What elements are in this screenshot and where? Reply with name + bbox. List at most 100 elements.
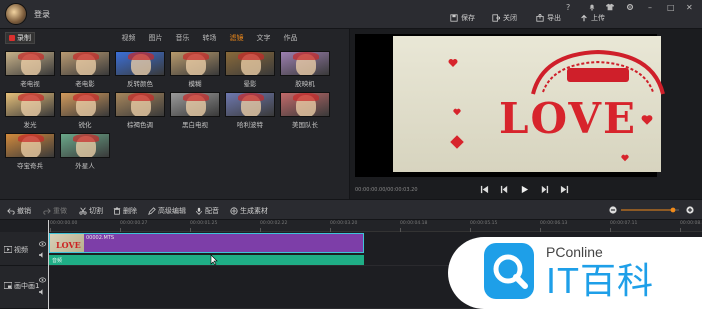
- close-window-button[interactable]: ✕: [686, 3, 693, 12]
- filter-item[interactable]: 反转颜色: [115, 51, 165, 88]
- ruler-tick-label: 00:00:02.22: [260, 221, 288, 226]
- filter-item[interactable]: 胶映机: [280, 51, 330, 88]
- login-link[interactable]: 登录: [34, 9, 50, 20]
- avatar[interactable]: [5, 3, 27, 25]
- filter-item[interactable]: 哈利波特: [225, 92, 275, 129]
- filter-item[interactable]: 外星人: [60, 133, 110, 170]
- filter-label: 锐化: [78, 121, 92, 129]
- filter-item[interactable]: 模糊: [170, 51, 220, 88]
- ruler-tick-label: 00:00:01.25: [190, 221, 218, 226]
- upload-button[interactable]: 上传: [580, 13, 605, 23]
- cut-label: 切割: [89, 207, 103, 215]
- filter-item[interactable]: 发光: [5, 92, 55, 129]
- step-forward-icon[interactable]: [540, 185, 549, 194]
- preview-love-text: LOVE: [499, 94, 637, 143]
- media-panel: 录制 视频 图片 音乐 转场 滤镜 文字 作品 老电视 老电影 反转颜色 模糊 晕影 胶映…: [0, 29, 350, 199]
- save-button[interactable]: 保存: [450, 13, 475, 23]
- eye-icon[interactable]: [39, 277, 46, 283]
- filter-thumbnail: [115, 92, 165, 117]
- tab-transition[interactable]: 转场: [196, 33, 223, 43]
- undo-label: 撤销: [17, 207, 31, 215]
- watermark-brand: PConline: [546, 244, 603, 260]
- preview-frame: LOVE: [393, 36, 665, 172]
- playhead[interactable]: [48, 220, 49, 309]
- audio-clip[interactable]: 音频: [49, 255, 364, 265]
- bell-icon[interactable]: [588, 3, 596, 13]
- redo-button[interactable]: 重做: [43, 206, 67, 216]
- heart-icon: [453, 108, 461, 116]
- exit-icon: [492, 14, 500, 22]
- skip-end-icon[interactable]: [560, 185, 569, 194]
- scissors-icon: [79, 207, 87, 215]
- advanced-edit-button[interactable]: 高级编辑: [148, 206, 186, 216]
- timeline-ruler[interactable]: 00:00:00.00 00:00:00.27 00:00:01.25 00:00:0…: [48, 220, 702, 232]
- filter-thumbnail: [170, 92, 220, 117]
- filter-label: 发光: [23, 121, 37, 129]
- filter-item[interactable]: 老电影: [60, 51, 110, 88]
- filter-item[interactable]: 老电视: [5, 51, 55, 88]
- preview-panel: LOVE 00:00:00.00/00:00:03.20: [350, 29, 702, 199]
- tab-text[interactable]: 文字: [250, 33, 277, 43]
- filter-label: 夺宝奇兵: [17, 162, 43, 170]
- tab-filter[interactable]: 滤镜: [223, 33, 250, 43]
- delete-button[interactable]: 删除: [113, 206, 137, 216]
- pencil-icon: [148, 207, 156, 215]
- voiceover-button[interactable]: 配音: [195, 206, 219, 216]
- redo-label: 重做: [53, 207, 67, 215]
- timeline-toolbar: 撤销 重做 切割 删除 高级编辑 配音 生成素材: [0, 199, 702, 220]
- filter-item[interactable]: 锐化: [60, 92, 110, 129]
- generate-media-button[interactable]: 生成素材: [230, 206, 268, 216]
- filter-label: 哈利波特: [237, 121, 263, 129]
- filter-item[interactable]: 黑白电视: [170, 92, 220, 129]
- save-label: 保存: [461, 14, 475, 22]
- tab-music[interactable]: 音乐: [169, 33, 196, 43]
- filter-thumbnail: [225, 51, 275, 76]
- filter-item[interactable]: 夺宝奇兵: [5, 133, 55, 170]
- ruler-tick-label: 00:00:07.11: [610, 221, 638, 226]
- help-icon[interactable]: ?: [566, 3, 570, 12]
- skip-start-icon[interactable]: [480, 185, 489, 194]
- speaker-icon[interactable]: [39, 252, 46, 258]
- minimize-button[interactable]: –: [648, 3, 652, 12]
- filter-label: 老电影: [75, 80, 95, 88]
- maximize-button[interactable]: □: [667, 3, 675, 12]
- clip-thumbnail: LOVE: [50, 234, 84, 252]
- tab-image[interactable]: 图片: [142, 33, 169, 43]
- shirt-icon[interactable]: [606, 3, 614, 13]
- upload-label: 上传: [591, 14, 605, 22]
- advanced-edit-label: 高级编辑: [158, 207, 186, 215]
- save-icon: [450, 14, 458, 22]
- gear-icon[interactable]: [626, 3, 634, 13]
- ruler-tick-label: 00:00:00.27: [120, 221, 148, 226]
- cut-button[interactable]: 切割: [79, 206, 103, 216]
- record-button[interactable]: 录制: [5, 32, 35, 44]
- close-project-label: 关闭: [503, 14, 517, 22]
- export-icon: [536, 14, 544, 22]
- heart-icon: [621, 154, 629, 162]
- audio-clip-name: 音频: [52, 258, 63, 264]
- video-clip[interactable]: LOVE 00002.MTS: [49, 233, 364, 253]
- export-button[interactable]: 导出: [536, 13, 561, 23]
- video-track-label: 视频: [14, 246, 28, 254]
- zoom-slider[interactable]: [609, 205, 695, 215]
- undo-button[interactable]: 撤销: [7, 206, 31, 216]
- search-icon: [493, 254, 528, 289]
- tab-video[interactable]: 视频: [115, 33, 142, 43]
- filter-label: 反转颜色: [127, 80, 153, 88]
- eye-icon[interactable]: [39, 241, 46, 247]
- speaker-icon[interactable]: [39, 289, 46, 295]
- filter-label: 晕影: [243, 80, 257, 88]
- trash-icon: [113, 207, 121, 215]
- filter-item[interactable]: 美国队长: [280, 92, 330, 129]
- filter-item[interactable]: 晕影: [225, 51, 275, 88]
- filter-item[interactable]: 棕褐色调: [115, 92, 165, 129]
- ruler-tick-label: 00:00:05.15: [470, 221, 498, 226]
- close-project-button[interactable]: 关闭: [492, 13, 517, 23]
- tab-works[interactable]: 作品: [277, 33, 304, 43]
- video-editor-app: 登录 保存 关闭 导出 上传 ? – □ ✕ 录制 视频 图片 音乐 转场 滤镜…: [0, 0, 702, 309]
- ruler-tick-label: 00:00:04.18: [400, 221, 428, 226]
- filter-label: 模糊: [188, 80, 202, 88]
- play-icon[interactable]: [520, 185, 529, 194]
- step-back-icon[interactable]: [500, 185, 509, 194]
- video-track-icon: [4, 246, 12, 253]
